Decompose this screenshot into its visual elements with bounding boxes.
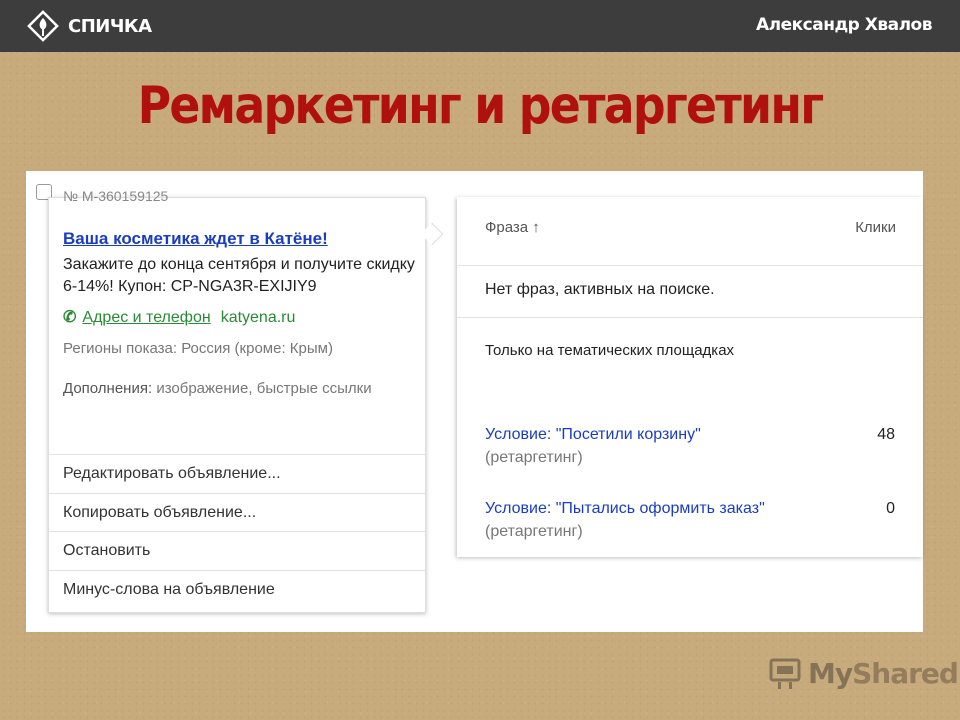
- slide-title: Ремаркетинг и ретаргетинг: [137, 76, 825, 136]
- no-phrases-text: Нет фраз, активных на поиске.: [485, 281, 715, 298]
- clicks-value: 0: [886, 500, 895, 517]
- copy-ad-action[interactable]: Копировать объявление...: [49, 492, 425, 532]
- table-row: Условие: "Пытались оформить заказ" (рета…: [485, 497, 895, 543]
- phrase-column-header[interactable]: Фраза ↑: [485, 219, 540, 236]
- author-name: Александр Хвалов: [755, 15, 933, 35]
- condition-name: Условие: "Пытались оформить заказ": [485, 500, 765, 517]
- clicks-column-header[interactable]: Клики: [855, 219, 896, 236]
- condition-type: (ретаргетинг): [485, 523, 583, 540]
- ad-contacts: ✆ Адрес и телефон katyena.ru: [63, 307, 418, 329]
- contacts-link[interactable]: Адрес и телефон: [82, 309, 210, 326]
- clicks-value: 48: [877, 426, 895, 443]
- edit-ad-action[interactable]: Редактировать объявление...: [49, 454, 425, 493]
- ad-domain: katyena.ru: [220, 309, 296, 326]
- watermark-shared: Shared: [852, 656, 959, 690]
- ad-extras: Дополнения: изображение, быстрые ссылки: [63, 378, 418, 400]
- ad-extras-value: изображение, быстрые ссылки: [156, 380, 372, 397]
- condition-name: Условие: "Посетили корзину": [485, 426, 701, 443]
- ad-regions: Регионы показа: Россия (кроме: Крым): [63, 340, 333, 357]
- no-phrases-row: Нет фраз, активных на поиске.: [457, 266, 923, 318]
- phrases-panel: Фраза ↑ Клики Нет фраз, активных на поис…: [457, 197, 923, 557]
- table-row: Условие: "Посетили корзину" (ретаргетинг…: [485, 423, 895, 469]
- ad-card: № M-360159125 Ваша косметика ждет в Катё…: [48, 188, 426, 613]
- phrases-table-header: Фраза ↑ Клики: [457, 197, 923, 266]
- embedded-screenshot: № M-360159125 Ваша косметика ждет в Катё…: [26, 171, 923, 632]
- ad-extras-label: Дополнения:: [63, 380, 153, 397]
- ad-number: № M-360159125: [63, 188, 169, 204]
- myshared-watermark: MyShared: [768, 656, 959, 690]
- ad-actions-menu: Редактировать объявление... Копировать о…: [49, 454, 425, 608]
- phone-icon: ✆: [63, 309, 77, 326]
- stop-ad-action[interactable]: Остановить: [49, 531, 425, 570]
- ad-title-link[interactable]: Ваша косметика ждет в Катёне!: [63, 228, 418, 250]
- ad-text: Закажите до конца сентября и получите ск…: [63, 256, 415, 295]
- thematic-only-heading: Только на тематических площадках: [485, 342, 735, 359]
- top-bar: СПИЧКА Александр Хвалов: [0, 0, 960, 52]
- brand: СПИЧКА: [26, 9, 152, 43]
- brand-name: СПИЧКА: [68, 15, 152, 37]
- condition-link[interactable]: Условие: "Пытались оформить заказ" (рета…: [485, 497, 765, 543]
- watermark-text: MyShared: [808, 656, 959, 690]
- condition-type: (ретаргетинг): [485, 449, 583, 466]
- ad-preview: Ваша косметика ждет в Катёне! Закажите д…: [63, 228, 418, 400]
- spichka-logo-icon: [27, 10, 59, 42]
- watermark-my: My: [808, 656, 853, 690]
- condition-link[interactable]: Условие: "Посетили корзину" (ретаргетинг…: [485, 423, 765, 469]
- myshared-logo-icon: [769, 658, 801, 689]
- negative-keywords-action[interactable]: Минус-слова на объявление: [49, 569, 425, 609]
